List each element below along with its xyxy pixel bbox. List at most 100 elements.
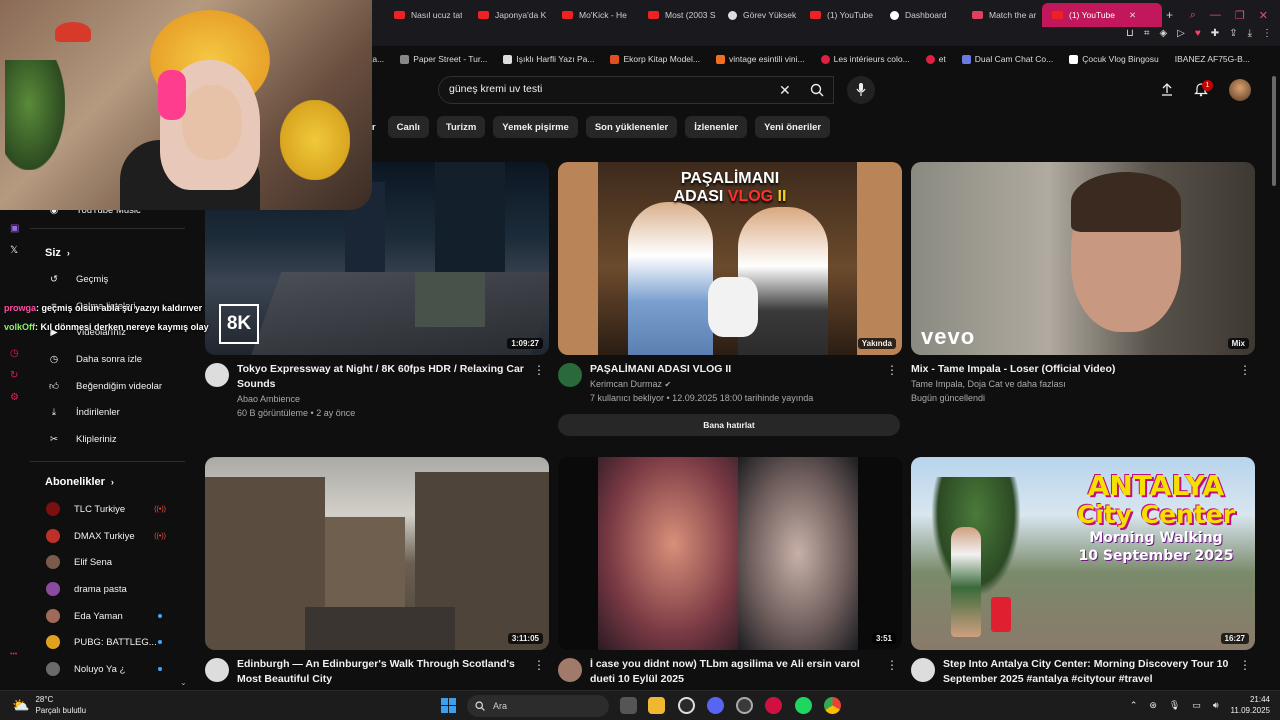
- weather-widget[interactable]: ⛅ 28°C Parçalı bulutlu: [12, 694, 86, 716]
- opera-icon[interactable]: [765, 697, 782, 714]
- video-title[interactable]: PAŞALİMANI ADASI VLOG II: [590, 362, 880, 377]
- obs-icon[interactable]: [678, 697, 695, 714]
- sidebar-item-watch-later[interactable]: ◷ Daha sonra izle: [46, 349, 142, 369]
- bookmark-item[interactable]: Çocuk Vlog Bingosu: [1069, 54, 1159, 64]
- more-options-icon[interactable]: ⋮: [533, 658, 545, 672]
- channel-avatar[interactable]: [205, 658, 229, 682]
- upload-icon[interactable]: [1160, 82, 1174, 101]
- video-thumbnail[interactable]: PAŞALİMANI ADASI VLOG II Yakında: [558, 162, 902, 355]
- browser-tab[interactable]: Mo'Kick - He: [552, 0, 636, 30]
- video-title[interactable]: Step Into Antalya City Center: Morning D…: [943, 657, 1233, 687]
- file-explorer-icon[interactable]: [648, 697, 665, 714]
- chip[interactable]: Son yüklenenler: [585, 116, 678, 138]
- windows-start-icon[interactable]: [441, 698, 456, 713]
- clock[interactable]: 21:44 11.09.2025: [1231, 694, 1270, 716]
- minimize-icon[interactable]: —: [1210, 9, 1221, 21]
- bookmark-icon[interactable]: ⊔: [1126, 28, 1134, 39]
- more-options-icon[interactable]: ⋮: [886, 658, 898, 672]
- search-input[interactable]: güneş kremi uv testi: [449, 83, 542, 95]
- search-tabs-icon[interactable]: ⌕: [1190, 9, 1196, 22]
- share-icon[interactable]: ⇪: [1229, 28, 1237, 39]
- browser-tab[interactable]: Görev Yüksek: [718, 0, 798, 30]
- chrome-icon[interactable]: [824, 697, 841, 714]
- sidebar-item-downloads[interactable]: ⤓ İndirilenler: [46, 402, 120, 422]
- channel-name[interactable]: Kerimcan Durmaz ✔: [590, 377, 671, 392]
- video-title[interactable]: Mix - Tame Impala - Loser (Official Vide…: [911, 362, 1201, 377]
- browser-tab[interactable]: Most (2003 S: [638, 0, 716, 30]
- voice-search-button[interactable]: [847, 76, 875, 104]
- refresh-icon[interactable]: ↻: [10, 370, 18, 381]
- more-options-icon[interactable]: ⋮: [886, 363, 898, 377]
- discord-icon[interactable]: [707, 697, 724, 714]
- video-thumbnail[interactable]: 3:51: [558, 457, 902, 650]
- bookmark-item[interactable]: vintage esintili vini...: [716, 54, 805, 64]
- task-view-icon[interactable]: [620, 697, 637, 714]
- sidebar-item-liked[interactable]: 👍︎ Beğendiğim videolar: [46, 376, 162, 396]
- chip[interactable]: Turizm: [436, 116, 486, 138]
- taskbar-search[interactable]: Ara: [467, 695, 609, 717]
- sidebar-subscription[interactable]: Elif Sena: [46, 552, 166, 572]
- search-button[interactable]: [800, 76, 834, 104]
- sidebar-subscription[interactable]: TLC Turkiye ((•)): [46, 499, 166, 519]
- bookmark-item[interactable]: et: [925, 54, 946, 64]
- maximize-icon[interactable]: ❐: [1235, 9, 1245, 22]
- search-box[interactable]: güneş kremi uv testi ✕: [438, 76, 834, 104]
- puzzle-icon[interactable]: ✚: [1211, 28, 1219, 39]
- chip[interactable]: Canlı: [387, 116, 429, 138]
- shield-icon[interactable]: ◈: [1159, 28, 1167, 39]
- play-icon[interactable]: ▷: [1177, 28, 1185, 39]
- browser-tab[interactable]: (1) YouTube: [800, 0, 878, 30]
- close-tab-icon[interactable]: ✕: [1129, 10, 1136, 21]
- sidebar-subscription[interactable]: Eda Yaman: [46, 606, 166, 626]
- more-options-icon[interactable]: ⋮: [533, 363, 545, 377]
- chip[interactable]: Yeni öneriler: [755, 116, 831, 138]
- bookmark-item[interactable]: ta...: [370, 54, 384, 64]
- clock-icon[interactable]: ◷: [10, 348, 19, 359]
- screenshot-icon[interactable]: ⌗: [1144, 28, 1150, 39]
- bookmark-item[interactable]: Işıklı Harfli Yazı Pa...: [503, 54, 594, 64]
- volume-icon[interactable]: 🔊︎: [1213, 700, 1219, 711]
- download-icon[interactable]: ⤓: [1248, 28, 1252, 39]
- video-title[interactable]: Tokyo Expressway at Night / 8K 60fps HDR…: [237, 362, 527, 392]
- x-icon[interactable]: 𝕏: [10, 245, 18, 256]
- sidebar-item-history[interactable]: ↺ Geçmiş: [46, 269, 108, 289]
- bookmark-item[interactable]: IBANEZ AF75G-B...: [1175, 54, 1250, 64]
- channel-avatar[interactable]: [911, 658, 935, 682]
- new-tab-icon[interactable]: +: [1166, 8, 1173, 22]
- channel-name[interactable]: Abao Ambience: [237, 392, 300, 407]
- channel-avatar[interactable]: [558, 658, 582, 682]
- sidebar-item-clips[interactable]: ✂ Klipleriniz: [46, 429, 117, 449]
- clear-search-icon[interactable]: ✕: [779, 82, 791, 99]
- bookmark-item[interactable]: Ekorp Kitap Model...: [610, 54, 700, 64]
- microphone-icon[interactable]: 🎙︎: [1169, 700, 1180, 711]
- more-options-icon[interactable]: ⋮: [1239, 658, 1251, 672]
- menu-icon[interactable]: ⋮: [1262, 28, 1272, 39]
- heart-icon[interactable]: ♥: [1195, 28, 1201, 39]
- remind-me-button[interactable]: Bana hatırlat: [558, 414, 900, 436]
- twitch-icon[interactable]: ▣: [10, 223, 19, 234]
- chevron-up-icon[interactable]: ⌃: [1130, 700, 1138, 711]
- sidebar-subscription[interactable]: Noluyo Ya ¿: [46, 659, 166, 679]
- browser-tab-active[interactable]: (1) YouTube ✕: [1042, 3, 1162, 27]
- browser-tab[interactable]: Japonya'da K: [468, 0, 548, 30]
- sidebar-scroll-chevron-icon[interactable]: ⌄: [180, 678, 187, 687]
- spotify-icon[interactable]: [795, 697, 812, 714]
- gear-icon[interactable]: ⚙: [10, 392, 19, 403]
- channel-name[interactable]: Tame Impala, Doja Cat ve daha fazlası: [911, 377, 1066, 392]
- more-options-icon[interactable]: ⋮: [1239, 363, 1251, 377]
- browser-tab[interactable]: Dashboard: [880, 0, 960, 30]
- video-thumbnail[interactable]: 3:11:05: [205, 457, 549, 650]
- more-icon[interactable]: •••: [10, 651, 17, 658]
- sidebar-subscription[interactable]: PUBG: BATTLEG...: [46, 632, 166, 652]
- video-thumbnail[interactable]: ANTALYA City Center Morning Walking 10 S…: [911, 457, 1255, 650]
- bookmark-item[interactable]: Paper Street - Tur...: [400, 54, 487, 64]
- sidebar-section-you[interactable]: Siz ›: [45, 247, 70, 259]
- video-title[interactable]: Edinburgh — An Edinburger's Walk Through…: [237, 657, 527, 687]
- sidebar-section-subscriptions[interactable]: Abonelikler ›: [45, 476, 114, 488]
- sidebar-subscription[interactable]: DMAX Turkiye ((•)): [46, 526, 166, 546]
- close-window-icon[interactable]: ✕: [1259, 9, 1268, 22]
- bookmark-item[interactable]: Les intérieurs colo...: [820, 54, 910, 64]
- page-scrollbar[interactable]: [1272, 76, 1276, 186]
- video-title[interactable]: İ case you didnt now) TLbm agsilima ve A…: [590, 657, 880, 687]
- chip[interactable]: İzlenenler: [685, 116, 748, 138]
